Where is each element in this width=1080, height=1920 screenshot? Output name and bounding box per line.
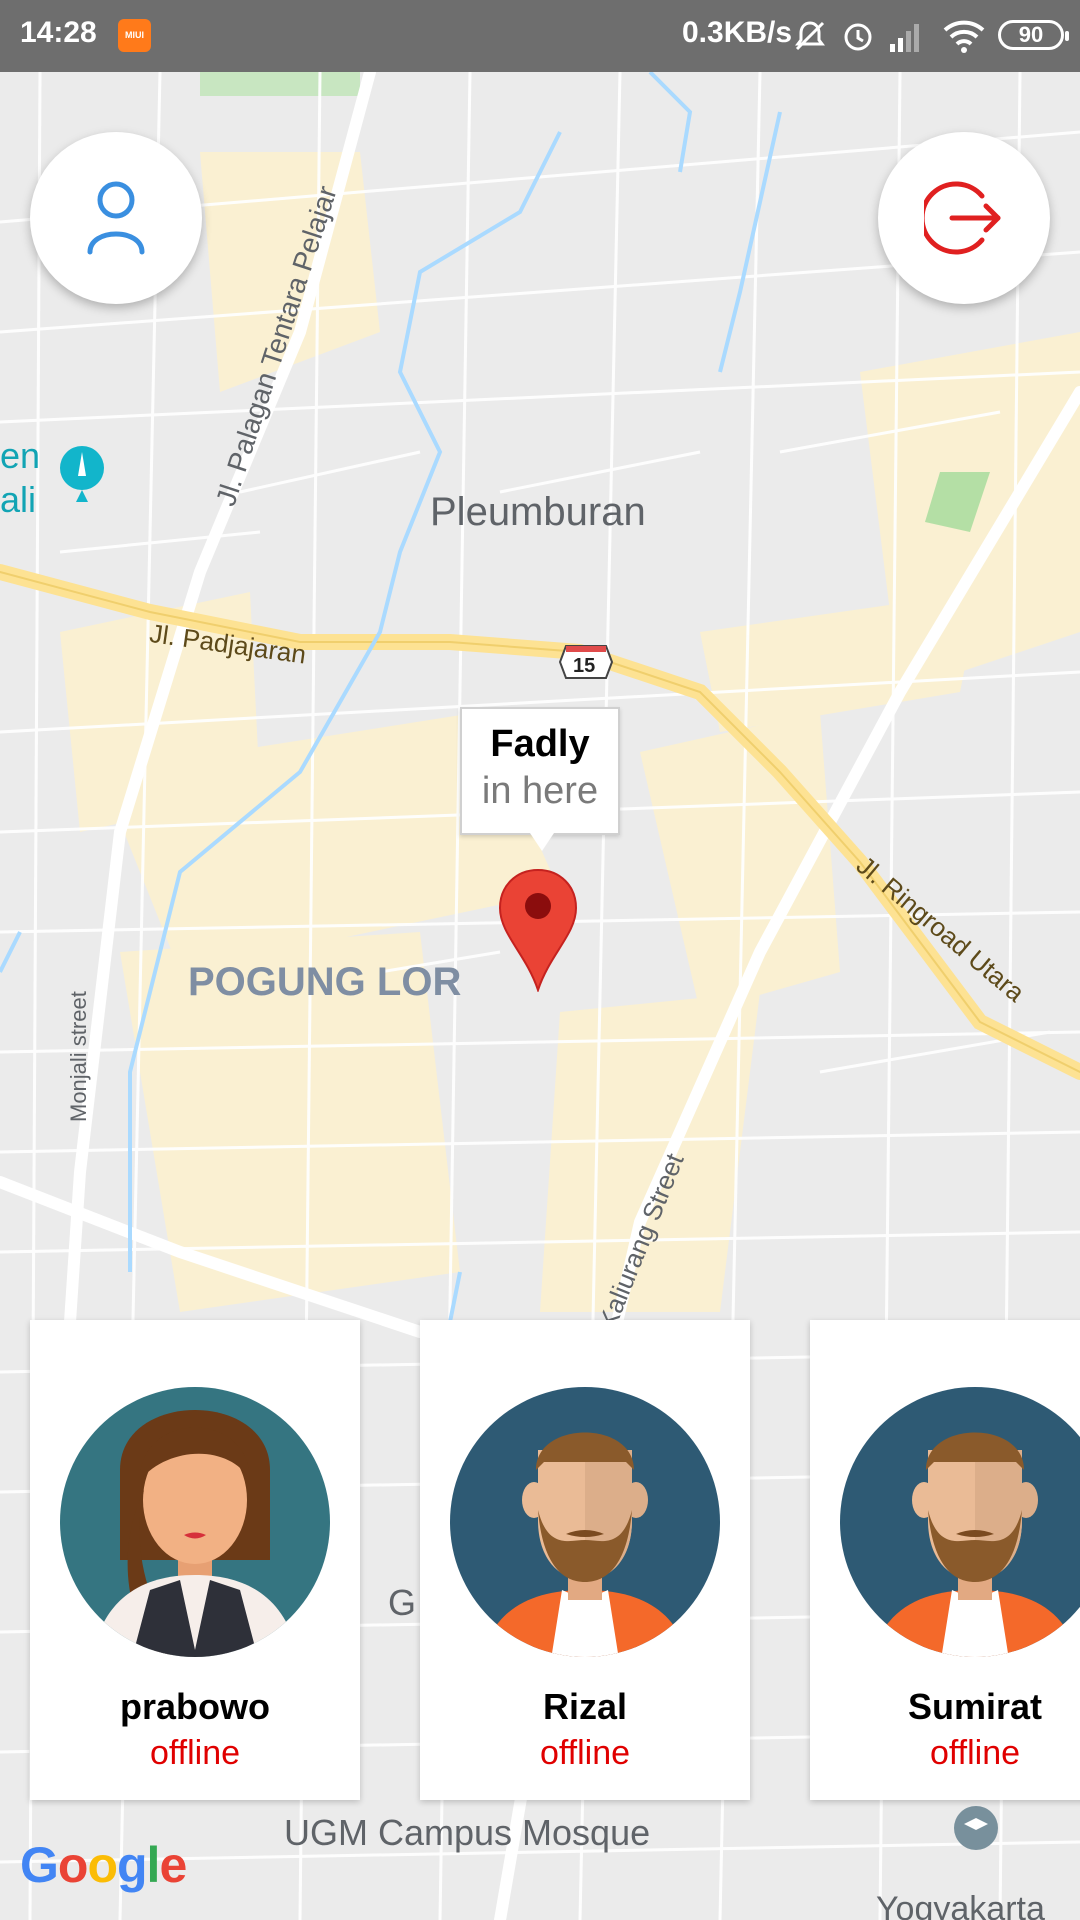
marker-info-window[interactable]: Fadly in here bbox=[460, 707, 620, 851]
mute-icon bbox=[795, 21, 825, 51]
app-root: 14:28 MIUI 0.3KB/s 90 Pleumburan POGUNG … bbox=[0, 0, 1080, 1920]
female-avatar-icon bbox=[60, 1350, 330, 1666]
poi-school-icon bbox=[954, 1806, 998, 1850]
friend-card[interactable]: prabowo offline bbox=[30, 1320, 360, 1800]
friend-status: offline bbox=[539, 1734, 631, 1772]
friend-name: Rizal bbox=[542, 1686, 628, 1727]
profile-button[interactable] bbox=[30, 132, 202, 304]
friend-name: Sumirat bbox=[907, 1686, 1043, 1727]
friend-status: offline bbox=[149, 1734, 241, 1772]
person-icon bbox=[87, 181, 145, 255]
male-avatar-icon bbox=[450, 1350, 720, 1666]
friend-status: offline bbox=[929, 1734, 1021, 1772]
label-poi-left: en ali bbox=[0, 435, 41, 520]
alarm-icon bbox=[844, 23, 872, 51]
wifi-icon bbox=[943, 20, 985, 53]
label-yogyakarta: Yogyakarta bbox=[876, 1890, 1045, 1920]
friend-card[interactable]: Sumirat offline bbox=[810, 1320, 1080, 1800]
location-pin-icon[interactable] bbox=[498, 868, 578, 992]
friend-name: prabowo bbox=[120, 1686, 270, 1727]
label-monjali: Monjali street bbox=[66, 991, 91, 1122]
logout-button[interactable] bbox=[878, 132, 1050, 304]
miui-notification-icon: MIUI bbox=[118, 19, 151, 52]
battery-indicator: 90 bbox=[998, 20, 1069, 50]
route-15-label: 15 bbox=[573, 655, 596, 677]
status-time: 14:28 bbox=[20, 16, 97, 49]
marker-name: Fadly bbox=[490, 723, 590, 765]
label-ugm-mosque: UGM Campus Mosque bbox=[284, 1812, 651, 1853]
network-speed: 0.3KB/s bbox=[682, 16, 793, 49]
logout-icon bbox=[924, 181, 1001, 255]
friend-card[interactable]: Rizal offline bbox=[420, 1320, 750, 1800]
label-pogung-lor: POGUNG LOR bbox=[188, 960, 462, 1004]
male-avatar-icon bbox=[840, 1350, 1080, 1666]
status-bar: 14:28 MIUI 0.3KB/s 90 bbox=[0, 0, 1080, 72]
signal-icon bbox=[890, 24, 919, 52]
label-pleumburan: Pleumburan bbox=[430, 490, 646, 534]
marker-subtitle: in here bbox=[481, 770, 599, 812]
label-partial-g: G bbox=[388, 1582, 417, 1623]
google-logo: Google bbox=[20, 1837, 187, 1893]
